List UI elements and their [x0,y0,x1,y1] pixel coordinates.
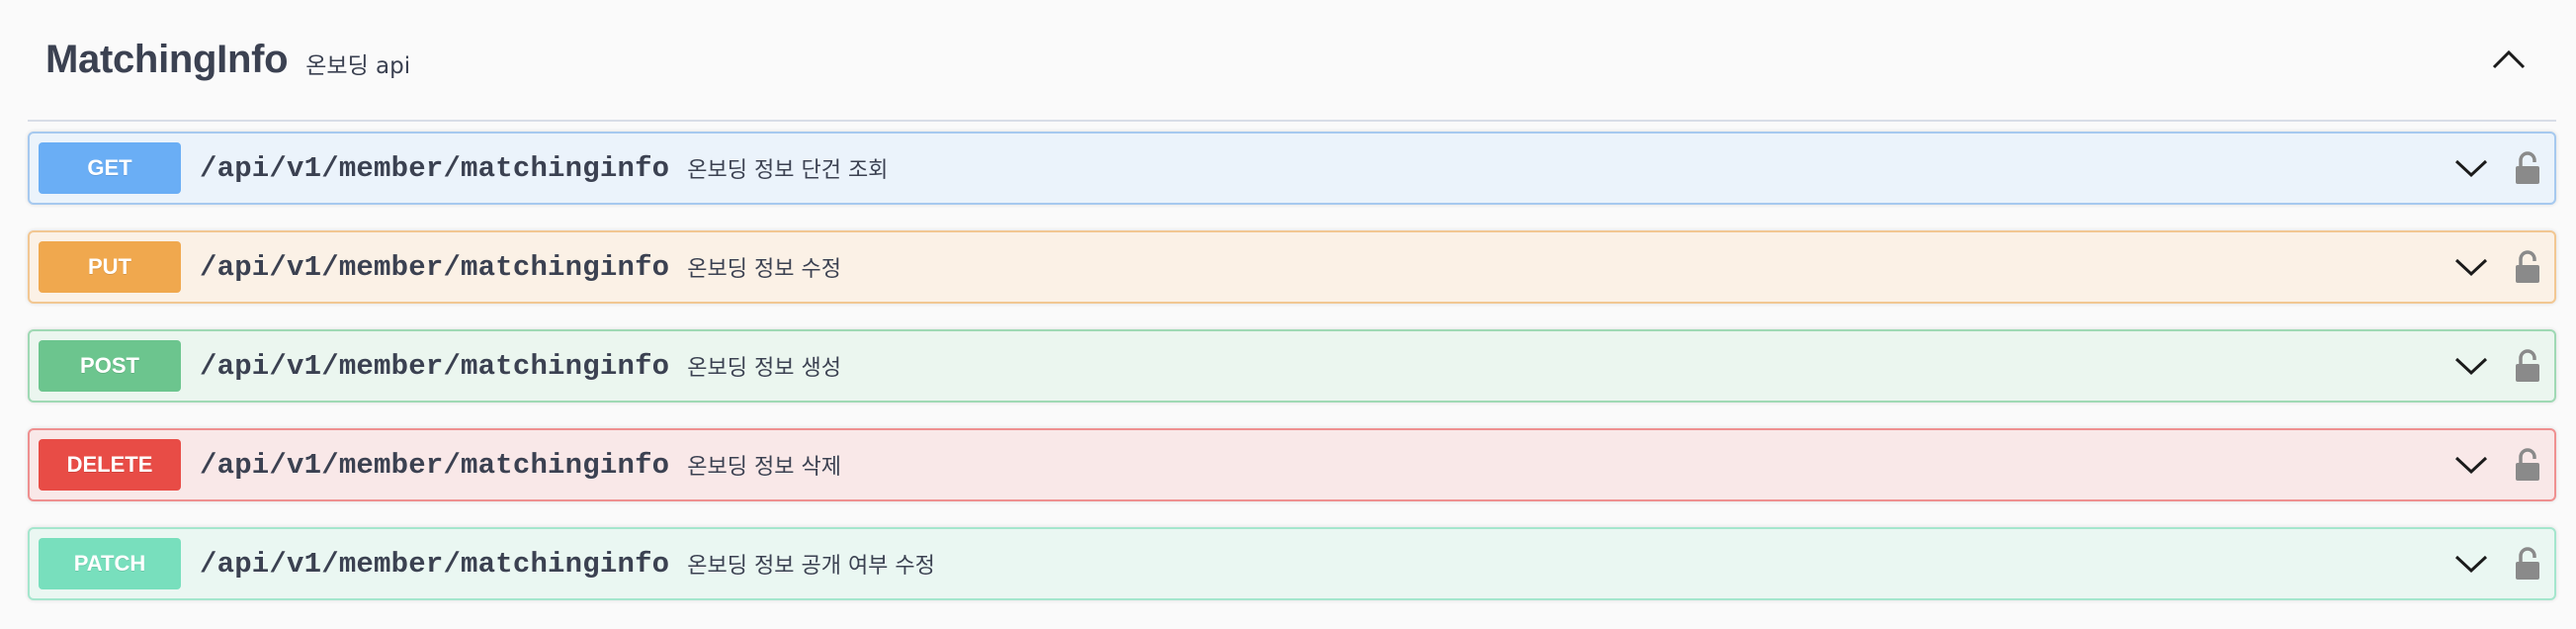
chevron-up-icon [2492,49,2526,69]
tag-title: MatchingInfo [45,38,289,81]
expand-button[interactable] [2451,544,2491,584]
operation-path: /api/v1/member/matchinginfo [200,349,670,383]
operation-controls [2451,331,2544,401]
operation-path: /api/v1/member/matchinginfo [200,547,670,581]
chevron-down-icon [2454,159,2488,178]
method-badge: PUT [39,241,181,293]
method-badge: POST [39,340,181,392]
chevron-down-icon [2454,555,2488,574]
operation-get[interactable]: GET /api/v1/member/matchinginfo 온보딩 정보 단… [28,132,2556,205]
operation-controls [2451,134,2544,203]
operation-delete[interactable]: DELETE /api/v1/member/matchinginfo 온보딩 정… [28,428,2556,501]
authorize-lock-button[interactable] [2511,445,2544,485]
method-badge: DELETE [39,439,181,491]
operations-list: GET /api/v1/member/matchinginfo 온보딩 정보 단… [28,132,2556,626]
expand-button[interactable] [2451,346,2491,386]
operation-summary: 온보딩 정보 공개 여부 수정 [687,554,935,579]
authorize-lock-button[interactable] [2511,346,2544,386]
method-badge: GET [39,142,181,194]
lock-icon [2516,151,2539,184]
authorize-lock-button[interactable] [2511,544,2544,584]
operation-summary: 온보딩 정보 생성 [687,356,841,381]
operation-patch[interactable]: PATCH /api/v1/member/matchinginfo 온보딩 정보… [28,527,2556,600]
chevron-down-icon [2454,456,2488,475]
expand-button[interactable] [2451,148,2491,188]
operation-post[interactable]: POST /api/v1/member/matchinginfo 온보딩 정보 … [28,329,2556,403]
chevron-down-icon [2454,258,2488,277]
expand-button[interactable] [2451,247,2491,287]
lock-icon [2516,448,2539,481]
operation-summary: 온보딩 정보 단건 조회 [687,158,889,183]
operation-summary: 온보딩 정보 수정 [687,257,841,282]
operation-path: /api/v1/member/matchinginfo [200,151,670,185]
tag-header[interactable]: MatchingInfo 온보딩 api [28,0,2556,122]
method-badge: PATCH [39,538,181,589]
lock-icon [2516,547,2539,580]
operation-controls [2451,232,2544,302]
tag-description: 온보딩 api [305,52,411,79]
operation-path: /api/v1/member/matchinginfo [200,448,670,482]
expand-button[interactable] [2451,445,2491,485]
collapse-button[interactable] [2489,42,2529,77]
chevron-down-icon [2454,357,2488,376]
operation-controls [2451,430,2544,499]
lock-icon [2516,250,2539,283]
operation-put[interactable]: PUT /api/v1/member/matchinginfo 온보딩 정보 수… [28,230,2556,304]
authorize-lock-button[interactable] [2511,148,2544,188]
operation-summary: 온보딩 정보 삭제 [687,455,841,480]
tag-section-matchinginfo: MatchingInfo 온보딩 api [28,0,2556,122]
authorize-lock-button[interactable] [2511,247,2544,287]
operation-controls [2451,529,2544,598]
lock-icon [2516,349,2539,382]
operation-path: /api/v1/member/matchinginfo [200,250,670,284]
